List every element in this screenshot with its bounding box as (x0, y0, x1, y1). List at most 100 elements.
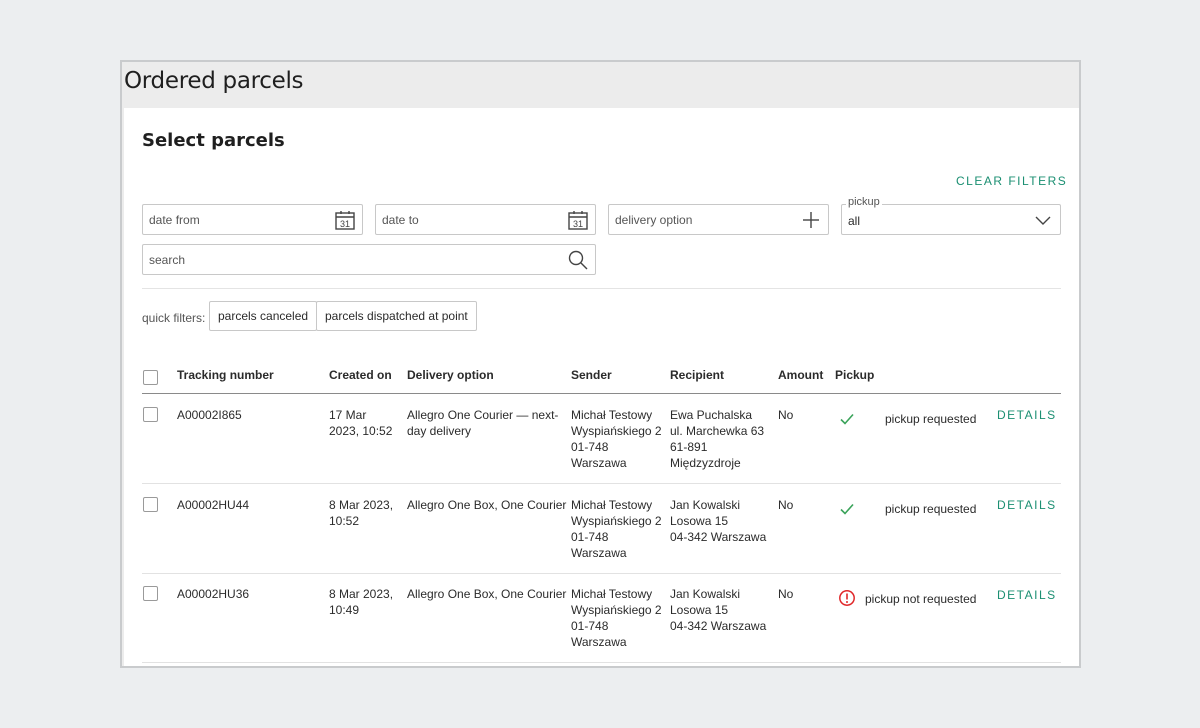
calendar-icon-text: 31 (573, 219, 583, 229)
created-on-line: 8 Mar 2023, (329, 587, 394, 601)
quick-filter-parcels-canceled[interactable]: parcels canceled (209, 301, 318, 331)
sender: Michał Testowy Wyspiańskiego 2 01-748 Wa… (571, 497, 662, 561)
sender-line: Wyspiańskiego 2 (571, 603, 662, 617)
delivery-option-line: Allegro One Box, One Courier (407, 498, 567, 512)
sender: Michał Testowy Wyspiańskiego 2 01-748 Wa… (571, 586, 662, 650)
window-title: Ordered parcels (124, 68, 304, 94)
delivery-option: Allegro One Box, One Courier (407, 497, 566, 513)
created-on: 8 Mar 2023, 10:52 (329, 497, 393, 529)
date-to-placeholder: date to (382, 213, 419, 227)
recipient-line: Jan Kowalski (670, 498, 741, 512)
filters-divider (142, 288, 1061, 289)
pickup-select-value: all (848, 214, 861, 228)
recipient-line: ul. Marchewka 63 (670, 424, 765, 438)
created-on: 17 Mar 2023, 10:52 (329, 407, 392, 439)
header-recipient[interactable]: Recipient (670, 368, 724, 382)
sender-line: 01-748 (571, 619, 609, 633)
recipient-line: 61-891 (670, 440, 708, 454)
quick-filter-parcels-dispatched[interactable]: parcels dispatched at point (316, 301, 477, 331)
row-checkbox[interactable] (143, 407, 158, 422)
recipient-line: Losowa 15 (670, 603, 729, 617)
tracking-number: A00002I865 (177, 408, 242, 422)
calendar-icon[interactable]: 31 (334, 209, 356, 231)
header-delivery-option[interactable]: Delivery option (407, 368, 494, 382)
header-tracking-number[interactable]: Tracking number (177, 368, 274, 382)
details-link[interactable]: DETAILS (997, 498, 1057, 512)
table-header-divider (142, 393, 1061, 394)
recipient: Jan Kowalski Losowa 15 04-342 Warszawa (670, 586, 766, 634)
recipient-line: Losowa 15 (670, 514, 729, 528)
delivery-option: Allegro One Courier — next- day delivery (407, 407, 558, 439)
created-on-line: 10:49 (329, 603, 360, 617)
delivery-option-line: day delivery (407, 424, 472, 438)
search-placeholder: search (149, 253, 186, 267)
delivery-option-line: Allegro One Courier — next- (407, 408, 559, 422)
sender-line: Warszawa (571, 546, 627, 560)
created-on: 8 Mar 2023, 10:49 (329, 586, 393, 618)
created-on-line: 17 Mar (329, 408, 367, 422)
sender-line: Warszawa (571, 635, 627, 649)
delivery-option: Allegro One Box, One Courier (407, 586, 566, 602)
recipient-line: 04-342 Warszawa (670, 619, 767, 633)
row-checkbox[interactable] (143, 497, 158, 512)
recipient-line: Ewa Puchalska (670, 408, 753, 422)
sender-line: Michał Testowy (571, 587, 653, 601)
search-input[interactable]: search (142, 244, 596, 275)
recipient-line: 04-342 Warszawa (670, 530, 767, 544)
calendar-icon[interactable]: 31 (567, 209, 589, 231)
recipient-line: Jan Kowalski (670, 587, 741, 601)
chevron-down-icon[interactable] (1032, 209, 1054, 231)
created-on-line: 10:52 (329, 514, 360, 528)
ordered-parcels-window: Ordered parcels Select parcels CLEAR FIL… (120, 60, 1081, 668)
amount: No (778, 408, 794, 422)
date-to-field[interactable]: date to 31 (375, 204, 596, 235)
recipient: Jan Kowalski Losowa 15 04-342 Warszawa (670, 497, 766, 545)
warning-circle-icon (839, 590, 855, 606)
header-amount[interactable]: Amount (778, 368, 823, 382)
amount: No (778, 498, 794, 512)
pickup-legend: pickup (846, 196, 882, 208)
check-icon (840, 503, 854, 515)
recipient-line: Międzyzdroje (670, 456, 741, 470)
date-from-placeholder: date from (149, 213, 200, 227)
details-link[interactable]: DETAILS (997, 588, 1057, 602)
sender-line: Michał Testowy (571, 408, 653, 422)
created-on-line: 8 Mar 2023, (329, 498, 394, 512)
row-divider (142, 662, 1061, 663)
row-divider (142, 483, 1061, 484)
created-on-line: 2023, 10:52 (329, 424, 393, 438)
sender-line: Michał Testowy (571, 498, 653, 512)
tracking-number: A00002HU44 (177, 498, 250, 512)
row-checkbox[interactable] (143, 586, 158, 601)
pickup-status: pickup requested (885, 502, 977, 516)
select-all-checkbox[interactable] (143, 370, 158, 385)
tracking-number: A00002HU36 (177, 587, 250, 601)
sender-line: Wyspiańskiego 2 (571, 424, 662, 438)
delivery-option-line: Allegro One Box, One Courier (407, 587, 567, 601)
header-created-on[interactable]: Created on (329, 368, 392, 382)
sender-line: 01-748 (571, 530, 609, 544)
sender-line: Warszawa (571, 456, 627, 470)
delivery-option-placeholder: delivery option (615, 213, 693, 227)
select-parcels-panel: Select parcels CLEAR FILTERS date from 3… (124, 108, 1079, 666)
quick-filters-label: quick filters: (142, 311, 206, 325)
pickup-select[interactable]: pickup all (841, 196, 1061, 235)
pickup-status: pickup requested (885, 412, 977, 426)
header-sender[interactable]: Sender (571, 368, 612, 382)
sender: Michał Testowy Wyspiańskiego 2 01-748 Wa… (571, 407, 662, 471)
delivery-option-field[interactable]: delivery option (608, 204, 829, 235)
row-divider (142, 573, 1061, 574)
plus-icon[interactable] (800, 209, 822, 231)
details-link[interactable]: DETAILS (997, 408, 1057, 422)
calendar-icon-text: 31 (340, 219, 350, 229)
header-pickup[interactable]: Pickup (835, 368, 874, 382)
date-from-field[interactable]: date from 31 (142, 204, 363, 235)
search-icon[interactable] (567, 249, 589, 271)
clear-filters-button[interactable]: CLEAR FILTERS (956, 174, 1067, 188)
sender-line: Wyspiańskiego 2 (571, 514, 662, 528)
amount: No (778, 587, 794, 601)
pickup-status: pickup not requested (865, 592, 977, 606)
recipient: Ewa Puchalska ul. Marchewka 63 61-891 Mi… (670, 407, 764, 471)
check-icon (840, 413, 854, 425)
sender-line: 01-748 (571, 440, 609, 454)
